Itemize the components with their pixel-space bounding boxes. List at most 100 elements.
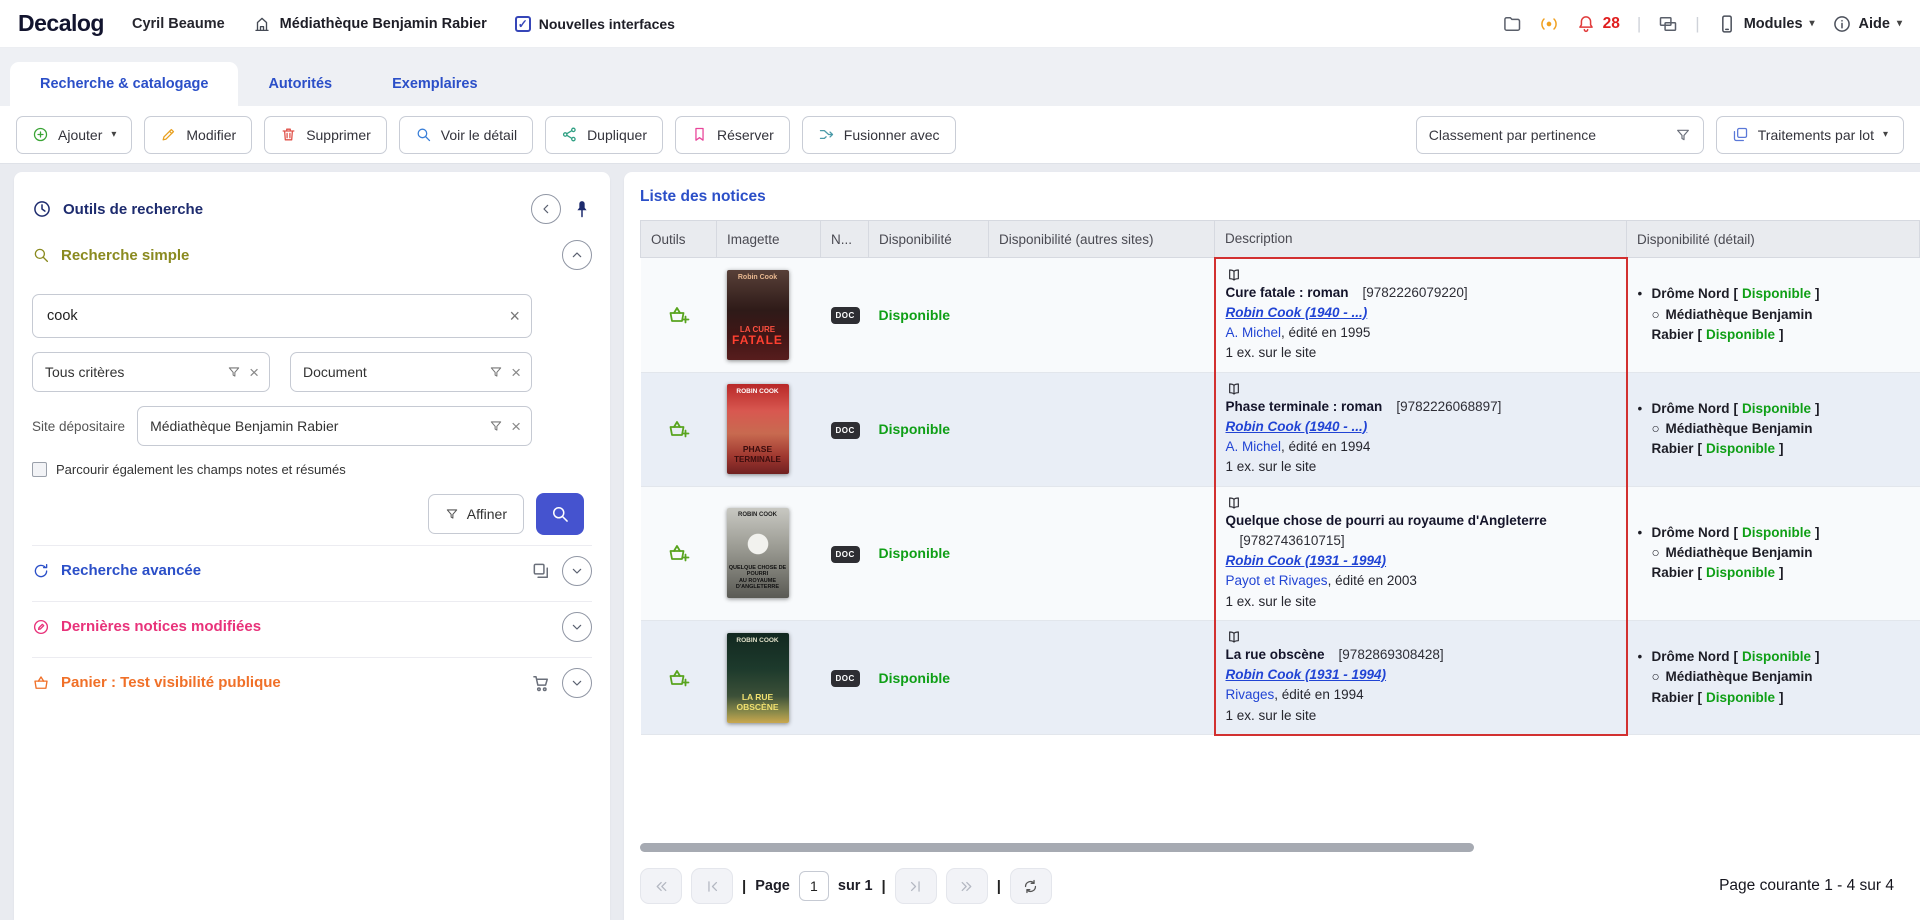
- record-publisher-link[interactable]: Rivages: [1226, 687, 1275, 702]
- record-title[interactable]: Quelque chose de pourri au royaume d'Ang…: [1226, 513, 1547, 528]
- pager-first-page-button[interactable]: [691, 868, 733, 904]
- pin-panel-icon[interactable]: [572, 199, 592, 219]
- pager-next-set-button[interactable]: [946, 868, 988, 904]
- open-window-icon[interactable]: [531, 561, 551, 581]
- record-author-link[interactable]: Robin Cook (1940 - ...): [1226, 419, 1368, 434]
- table-row[interactable]: ROBIN COOK PHASE TERMINALE DOC Disponibl…: [641, 372, 1920, 486]
- header-disponibilite-autres[interactable]: Disponibilité (autres sites): [989, 221, 1215, 258]
- header-imagette[interactable]: Imagette: [717, 221, 821, 258]
- edit-button[interactable]: Modifier: [144, 116, 252, 154]
- expand-recent-records-button[interactable]: [562, 612, 592, 642]
- sort-select[interactable]: Classement par pertinence: [1416, 116, 1704, 154]
- recent-records-header[interactable]: Dernières notices modifiées: [32, 618, 261, 636]
- bracket: ]: [1815, 286, 1820, 301]
- doc-type-badge: DOC: [831, 546, 860, 563]
- expand-basket-button[interactable]: [562, 668, 592, 698]
- record-copies: 1 ex. sur le site: [1226, 592, 1616, 612]
- user-name[interactable]: Cyril Beaume: [132, 16, 225, 32]
- clear-doctype-icon[interactable]: ×: [511, 364, 521, 381]
- bullet-icon: •: [1638, 523, 1652, 543]
- header-outils[interactable]: Outils: [641, 221, 717, 258]
- reserve-button[interactable]: Réserver: [675, 116, 790, 154]
- basket-header[interactable]: Panier : Test visibilité publique: [32, 674, 281, 692]
- collapse-panel-button[interactable]: [531, 194, 561, 224]
- collapse-simple-search-button[interactable]: [562, 240, 592, 270]
- refine-button[interactable]: Affiner: [428, 494, 524, 534]
- clear-criteria-icon[interactable]: ×: [249, 364, 259, 381]
- clear-site-icon[interactable]: ×: [511, 418, 521, 435]
- record-description: Quelque chose de pourri au royaume d'Ang…: [1215, 486, 1627, 620]
- new-interfaces-checkbox[interactable]: ✓: [515, 16, 531, 32]
- add-to-basket-icon[interactable]: [667, 303, 691, 327]
- app-logo[interactable]: Decalog: [18, 10, 104, 37]
- trash-icon: [280, 126, 297, 143]
- record-title[interactable]: La rue obscène: [1226, 647, 1325, 662]
- availability-detail-cell: •Drôme Nord[Disponible] ○Médiathèque Ben…: [1627, 372, 1920, 486]
- pencil-icon: [160, 126, 177, 143]
- merge-button[interactable]: Fusionner avec: [802, 116, 956, 154]
- record-author-link[interactable]: Robin Cook (1931 - 1994): [1226, 553, 1387, 568]
- add-button[interactable]: Ajouter ▾: [16, 116, 132, 154]
- current-site[interactable]: Médiathèque Benjamin Rabier: [253, 15, 487, 33]
- record-title[interactable]: Cure fatale : roman: [1226, 285, 1349, 300]
- batch-processing-button[interactable]: Traitements par lot ▾: [1716, 116, 1904, 154]
- record-publisher-link[interactable]: A. Michel: [1226, 439, 1282, 454]
- site-select[interactable]: Médiathèque Benjamin Rabier ×: [137, 406, 532, 446]
- notes-checkbox[interactable]: [32, 462, 47, 477]
- record-publisher-link[interactable]: Payot et Rivages: [1226, 573, 1328, 588]
- advanced-search-header[interactable]: Recherche avancée: [32, 562, 201, 580]
- simple-search-header[interactable]: Recherche simple: [32, 246, 189, 264]
- table-row[interactable]: ROBIN COOK LA RUE OBSCÈNE DOC Disponible…: [641, 620, 1920, 735]
- table-row[interactable]: Robin Cook LA CURE FATALE DOC Disponible…: [641, 258, 1920, 373]
- search-submit-button[interactable]: [536, 493, 584, 535]
- refresh-button[interactable]: [1010, 868, 1052, 904]
- clear-search-icon[interactable]: ×: [509, 307, 520, 325]
- folder-share-icon[interactable]: [1502, 14, 1522, 34]
- horizontal-scrollbar[interactable]: [640, 843, 1474, 852]
- table-row[interactable]: ROBIN COOK QUELQUE CHOSE DE POURRI AU RO…: [641, 486, 1920, 620]
- aide-menu[interactable]: Aide ▾: [1832, 14, 1902, 34]
- pager-prev-set-button[interactable]: [640, 868, 682, 904]
- criteria-select[interactable]: Tous critères ×: [32, 352, 270, 392]
- record-cover-thumbnail[interactable]: ROBIN COOK QUELQUE CHOSE DE POURRI AU RO…: [727, 508, 789, 598]
- detail-network: Drôme Nord: [1652, 401, 1730, 416]
- expand-advanced-search-button[interactable]: [562, 556, 592, 586]
- search-input[interactable]: [32, 294, 532, 338]
- page-input[interactable]: [799, 871, 829, 901]
- notifications-button[interactable]: 28: [1576, 14, 1620, 34]
- cart-icon[interactable]: [531, 673, 551, 693]
- delete-button[interactable]: Supprimer: [264, 116, 387, 154]
- add-to-basket-icon[interactable]: [667, 541, 691, 565]
- duplicate-button[interactable]: Dupliquer: [545, 116, 663, 154]
- header-description[interactable]: Description: [1215, 221, 1627, 258]
- record-edition: , édité en 2003: [1328, 573, 1417, 588]
- tab-exemplaires[interactable]: Exemplaires: [362, 62, 507, 106]
- beacon-icon[interactable]: [1539, 14, 1559, 34]
- detail-site-status: Disponible: [1706, 327, 1775, 342]
- refresh-icon: [1022, 878, 1039, 895]
- header-n[interactable]: N...: [821, 221, 869, 258]
- double-chevron-left-icon: [653, 878, 670, 895]
- add-to-basket-icon[interactable]: [667, 666, 691, 690]
- screens-icon[interactable]: [1658, 14, 1678, 34]
- header-disponibilite[interactable]: Disponibilité: [869, 221, 989, 258]
- new-interfaces-toggle[interactable]: ✓ Nouvelles interfaces: [515, 16, 675, 32]
- record-cover-thumbnail[interactable]: ROBIN COOK LA RUE OBSCÈNE: [727, 633, 789, 723]
- detail-network-status: Disponible: [1742, 286, 1811, 301]
- record-publisher-link[interactable]: A. Michel: [1226, 325, 1282, 340]
- record-cover-thumbnail[interactable]: Robin Cook LA CURE FATALE: [727, 270, 789, 360]
- record-edition: , édité en 1995: [1281, 325, 1370, 340]
- tab-autorites[interactable]: Autorités: [238, 62, 362, 106]
- notes-checkbox-row[interactable]: Parcourir également les champs notes et …: [32, 462, 592, 477]
- header-disponibilite-detail[interactable]: Disponibilité (détail): [1627, 221, 1920, 258]
- record-author-link[interactable]: Robin Cook (1940 - ...): [1226, 305, 1368, 320]
- record-cover-thumbnail[interactable]: ROBIN COOK PHASE TERMINALE: [727, 384, 789, 474]
- record-author-link[interactable]: Robin Cook (1931 - 1994): [1226, 667, 1387, 682]
- add-to-basket-icon[interactable]: [667, 417, 691, 441]
- pager-last-page-button[interactable]: [895, 868, 937, 904]
- tab-recherche-catalogage[interactable]: Recherche & catalogage: [10, 62, 238, 106]
- doctype-select[interactable]: Document ×: [290, 352, 532, 392]
- view-detail-button[interactable]: Voir le détail: [399, 116, 533, 154]
- record-title[interactable]: Phase terminale : roman: [1226, 399, 1383, 414]
- modules-menu[interactable]: Modules ▾: [1717, 14, 1815, 34]
